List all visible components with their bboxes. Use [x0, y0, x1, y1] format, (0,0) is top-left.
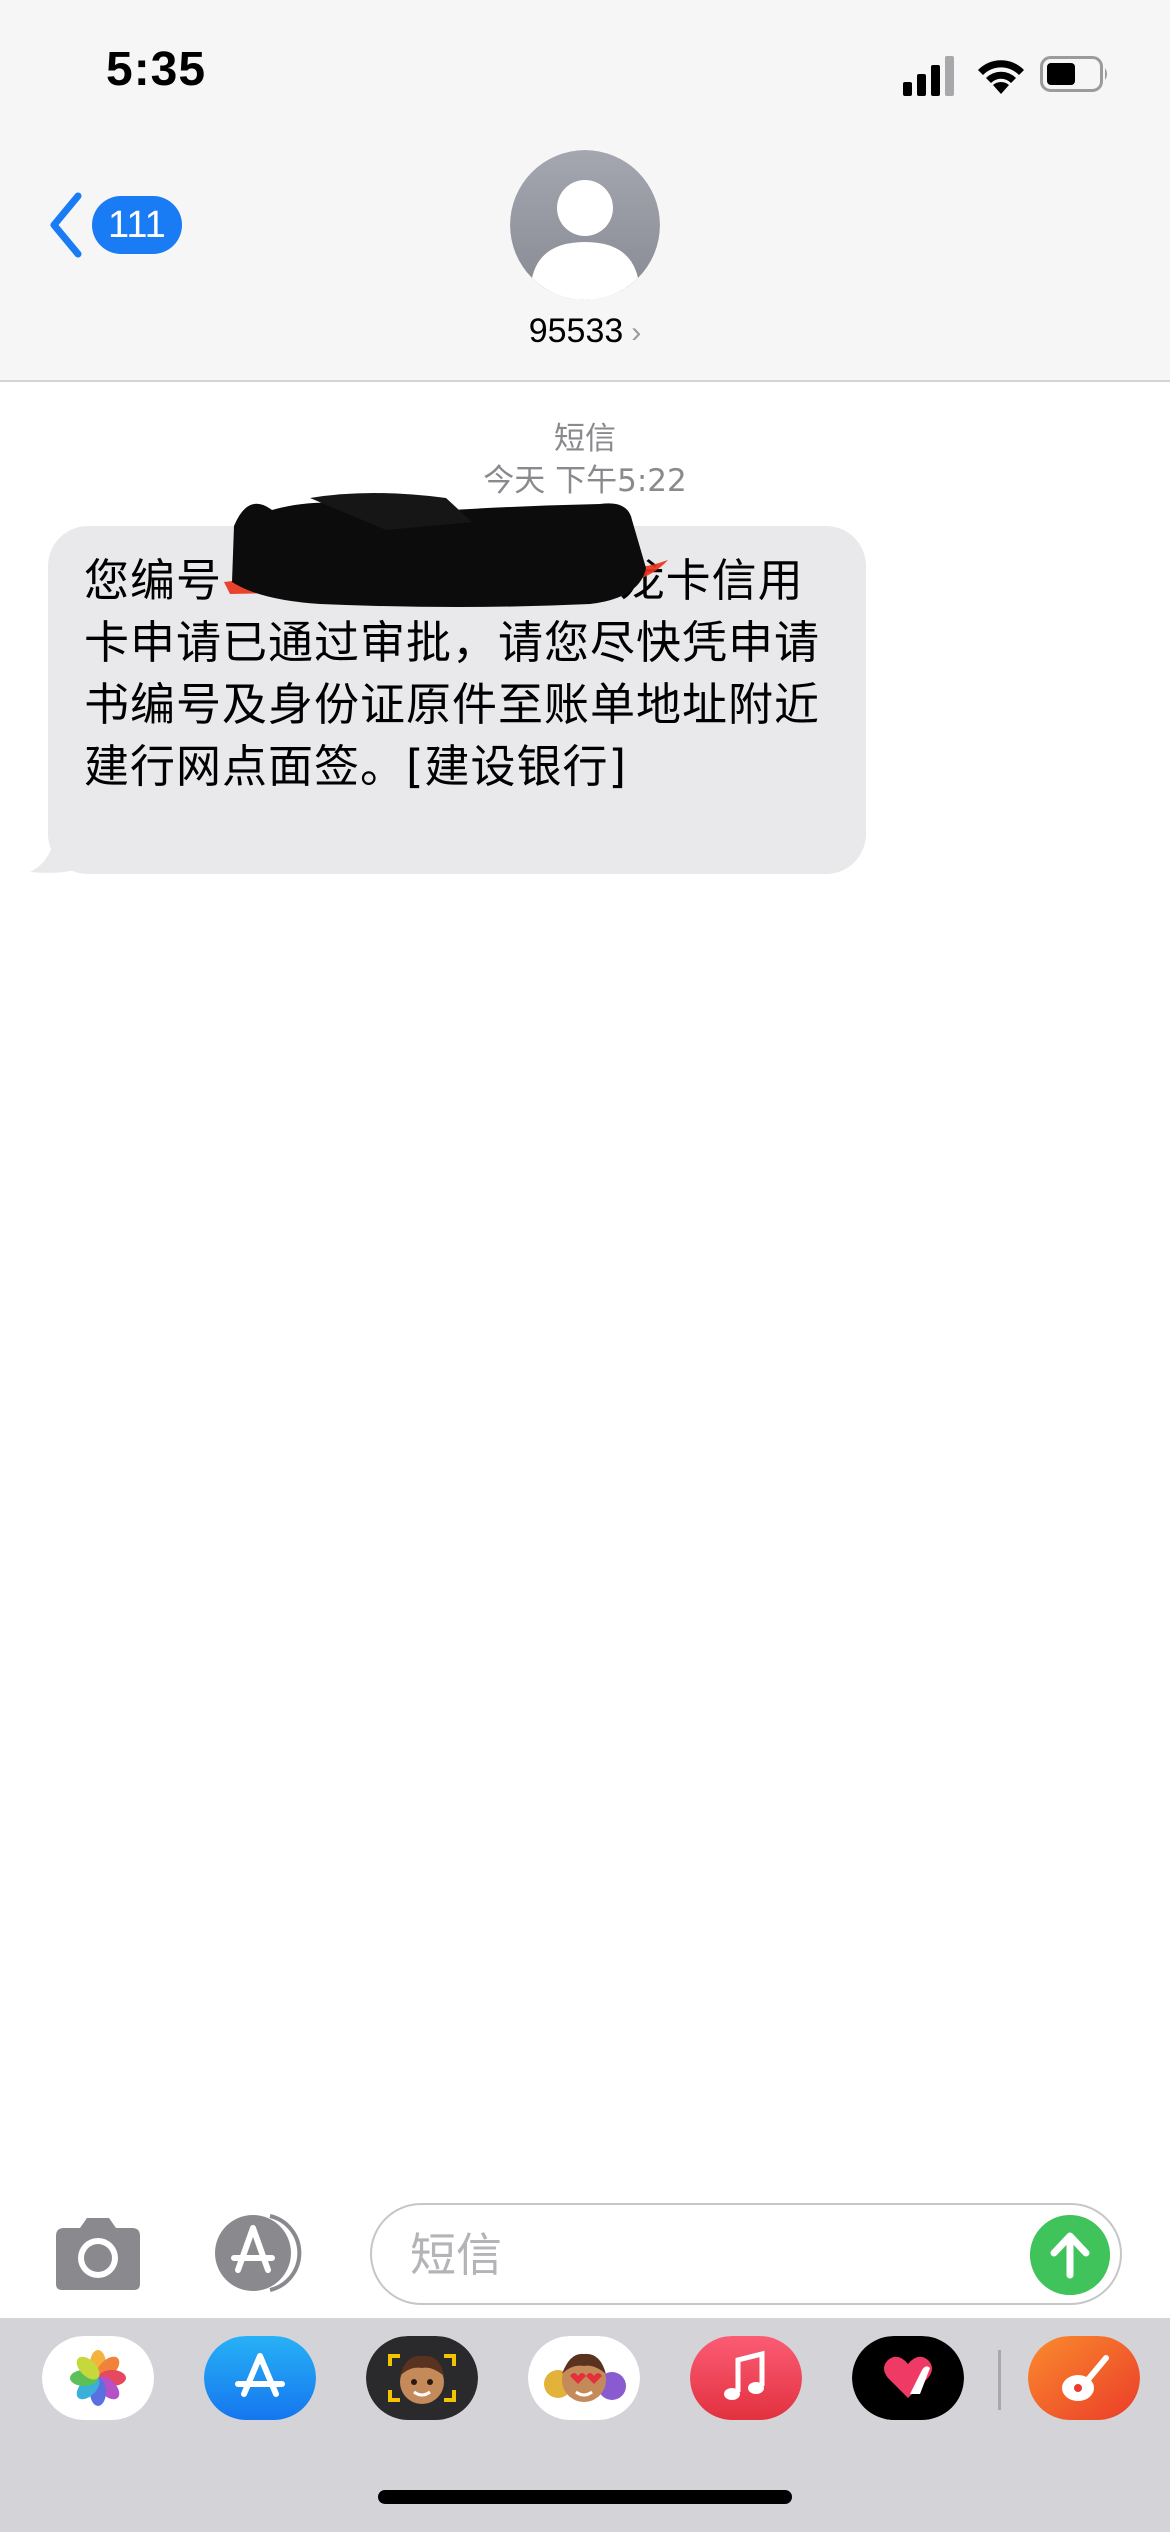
redaction-scribble: [224, 493, 668, 607]
unread-count-badge[interactable]: 111: [92, 196, 182, 254]
send-button[interactable]: [1030, 2215, 1110, 2295]
back-chevron-icon[interactable]: [46, 190, 86, 260]
chevron-right-icon: ›: [631, 316, 642, 349]
battery-icon: [1040, 56, 1107, 92]
conversation-header: 5:35 111 95533 ›: [0, 0, 1170, 382]
home-indicator[interactable]: [378, 2490, 792, 2504]
memoji-camera-icon[interactable]: [366, 2336, 478, 2420]
app-store-drawer-icon[interactable]: [208, 2212, 318, 2294]
contact-number: 95533: [528, 312, 624, 350]
appstore-icon[interactable]: [204, 2336, 316, 2420]
message-input[interactable]: [410, 2225, 1010, 2285]
garageband-icon[interactable]: [1028, 2336, 1140, 2420]
app-strip-divider: [998, 2350, 1001, 2410]
contact-name[interactable]: 95533 ›: [0, 312, 1170, 351]
wifi-icon: [978, 60, 1024, 94]
contact-avatar-icon[interactable]: [510, 150, 660, 300]
service-label: 短信: [554, 421, 616, 457]
memoji-stickers-icon[interactable]: [528, 2336, 640, 2420]
cellular-signal-icon: [903, 54, 957, 96]
digital-touch-icon[interactable]: [852, 2336, 964, 2420]
photos-icon[interactable]: [42, 2336, 154, 2420]
music-icon[interactable]: [690, 2336, 802, 2420]
status-time: 5:35: [106, 43, 207, 96]
camera-icon[interactable]: [50, 2214, 146, 2294]
message-input-field[interactable]: [370, 2203, 1122, 2305]
